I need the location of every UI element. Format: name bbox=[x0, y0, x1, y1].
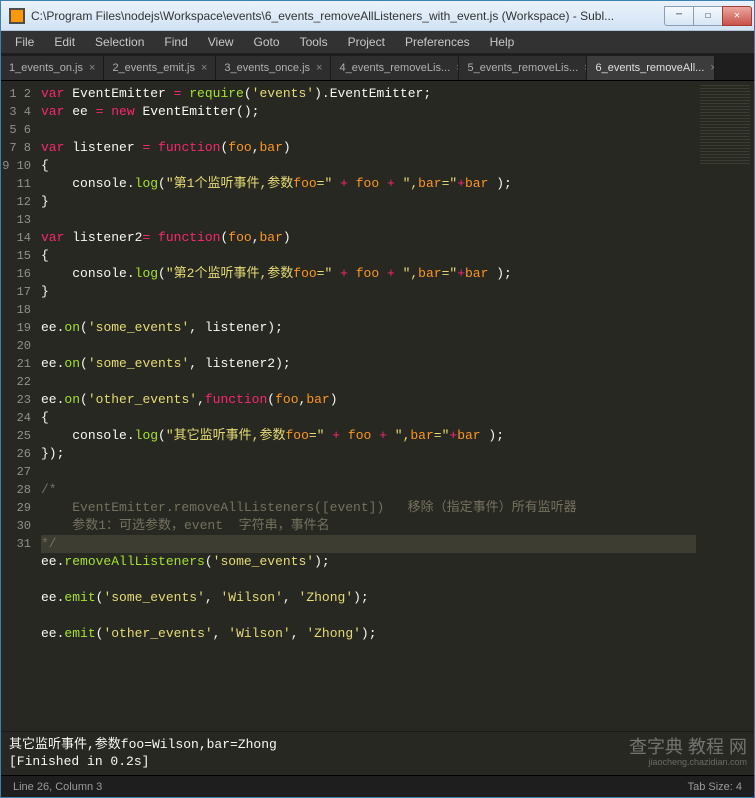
tabbar: 1_events_on.js×2_events_emit.js×3_events… bbox=[1, 53, 754, 81]
tab-2[interactable]: 3_events_once.js × bbox=[216, 56, 331, 80]
tab-label: 2_events_emit.js bbox=[112, 62, 195, 74]
tab-label: 4_events_removeLis... bbox=[339, 62, 450, 74]
menu-file[interactable]: File bbox=[5, 33, 44, 51]
close-button[interactable]: ✕ bbox=[722, 6, 752, 26]
maximize-button[interactable]: ☐ bbox=[693, 6, 723, 26]
tab-4[interactable]: 5_events_removeLis...× bbox=[459, 56, 587, 80]
build-output: 其它监听事件,参数foo=Wilson,bar=Zhong [Finished … bbox=[1, 731, 754, 775]
close-icon[interactable]: × bbox=[710, 62, 715, 74]
close-icon[interactable]: × bbox=[201, 62, 207, 74]
status-tabsize[interactable]: Tab Size: 4 bbox=[688, 781, 742, 793]
menu-preferences[interactable]: Preferences bbox=[395, 33, 480, 51]
titlebar[interactable]: C:\Program Files\nodejs\Workspace\events… bbox=[1, 1, 754, 31]
statusbar: Line 26, Column 3 Tab Size: 4 bbox=[1, 775, 754, 797]
tab-3[interactable]: 4_events_removeLis...× bbox=[331, 56, 459, 80]
tab-label: 1_events_on.js bbox=[9, 62, 83, 74]
console-line: [Finished in 0.2s] bbox=[9, 754, 149, 769]
tab-5[interactable]: 6_events_removeAll... × bbox=[587, 56, 715, 80]
minimap[interactable] bbox=[696, 81, 754, 731]
tab-label: 3_events_once.js bbox=[224, 62, 310, 74]
line-gutter: 1 2 3 4 5 6 7 8 9 10 11 12 13 14 15 16 1… bbox=[1, 81, 41, 731]
tab-1[interactable]: 2_events_emit.js × bbox=[104, 56, 216, 80]
minimize-button[interactable]: ─ bbox=[664, 6, 694, 26]
menu-find[interactable]: Find bbox=[154, 33, 197, 51]
menubar: FileEditSelectionFindViewGotoToolsProjec… bbox=[1, 31, 754, 53]
menu-tools[interactable]: Tools bbox=[290, 33, 338, 51]
menu-selection[interactable]: Selection bbox=[85, 33, 154, 51]
tab-0[interactable]: 1_events_on.js × bbox=[1, 56, 104, 80]
app-window: C:\Program Files\nodejs\Workspace\events… bbox=[0, 0, 755, 798]
menu-goto[interactable]: Goto bbox=[244, 33, 290, 51]
menu-edit[interactable]: Edit bbox=[44, 33, 85, 51]
menu-view[interactable]: View bbox=[198, 33, 244, 51]
editor-area[interactable]: 1 2 3 4 5 6 7 8 9 10 11 12 13 14 15 16 1… bbox=[1, 81, 754, 731]
status-position: Line 26, Column 3 bbox=[13, 781, 102, 793]
menu-help[interactable]: Help bbox=[480, 33, 525, 51]
close-icon[interactable]: × bbox=[316, 62, 322, 74]
window-title: C:\Program Files\nodejs\Workspace\events… bbox=[31, 9, 665, 23]
window-controls: ─ ☐ ✕ bbox=[665, 6, 752, 26]
app-icon bbox=[9, 8, 25, 24]
close-icon[interactable]: × bbox=[89, 62, 95, 74]
console-line: 其它监听事件,参数foo=Wilson,bar=Zhong bbox=[9, 737, 277, 752]
tab-label: 6_events_removeAll... bbox=[595, 62, 704, 74]
code-content[interactable]: var EventEmitter = require('events').Eve… bbox=[41, 81, 696, 731]
menu-project[interactable]: Project bbox=[338, 33, 395, 51]
tab-label: 5_events_removeLis... bbox=[467, 62, 578, 74]
